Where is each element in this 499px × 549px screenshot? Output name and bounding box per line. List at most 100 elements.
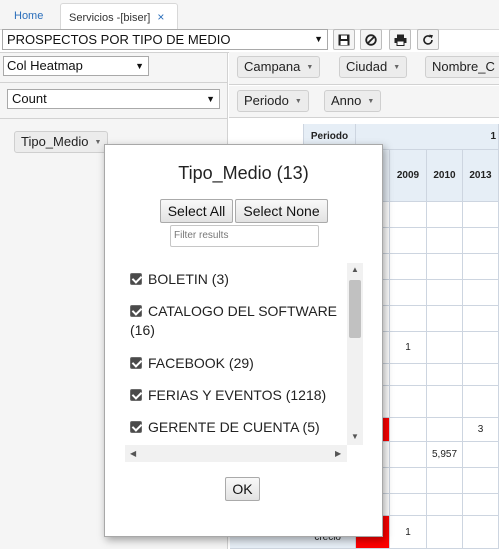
- tab-home-label: Home: [14, 10, 44, 22]
- pivot-cell: [390, 468, 427, 494]
- list-item-label: BOLETIN (3): [148, 271, 229, 287]
- pivot-cell: [390, 386, 427, 418]
- attribute-label: Nombre_C: [432, 59, 495, 74]
- select-all-button[interactable]: Select All: [160, 199, 233, 223]
- attribute-chip-nombre-c[interactable]: Nombre_C: [425, 56, 499, 78]
- tab-bar: Home Servicios -[biser] ×: [0, 0, 499, 30]
- save-icon: [338, 34, 350, 45]
- attribute-chip-ciudad[interactable]: Ciudad ▼: [339, 56, 408, 78]
- checkbox-checked-icon[interactable]: [130, 273, 142, 285]
- list-item[interactable]: CATALOGO DEL SOFTWARE (16): [130, 302, 344, 340]
- caret-down-icon[interactable]: ▼: [393, 64, 400, 71]
- pivot-cell: [427, 228, 463, 254]
- caret-down-icon[interactable]: ▼: [306, 64, 313, 71]
- pivot-cell: [427, 516, 463, 549]
- attribute-chip-periodo[interactable]: Periodo ▼: [237, 90, 309, 112]
- caret-down-icon[interactable]: ▼: [94, 139, 101, 146]
- caret-down-icon: ▼: [206, 94, 215, 104]
- pivot-cell: [463, 306, 499, 332]
- column-attributes-area: Campana ▼ Ciudad ▼ Nombre_C: [229, 52, 499, 85]
- aggregator-select-value: Count: [12, 91, 47, 106]
- list-item[interactable]: FERIAS Y EVENTOS (1218): [130, 386, 344, 405]
- refresh-button[interactable]: [417, 29, 439, 50]
- pivot-cell: [463, 516, 499, 549]
- pivot-cell: [427, 494, 463, 516]
- scrollbar-thumb[interactable]: [349, 280, 361, 338]
- attribute-label: Periodo: [244, 93, 289, 108]
- attribute-chip-campana[interactable]: Campana ▼: [237, 56, 321, 78]
- pivot-cell: [463, 254, 499, 280]
- pivot-year-header: 2013: [463, 150, 499, 202]
- pivot-cell: [463, 468, 499, 494]
- row-attributes-area: Periodo ▼ Anno ▼: [229, 86, 499, 118]
- print-button[interactable]: [389, 29, 411, 50]
- horizontal-scrollbar[interactable]: [125, 445, 347, 462]
- scroll-left-icon[interactable]: ◀: [130, 449, 136, 458]
- list-item[interactable]: GERENTE DE CUENTA (5): [130, 418, 344, 437]
- checkbox-checked-icon[interactable]: [130, 421, 142, 433]
- attribute-chip-anno[interactable]: Anno ▼: [324, 90, 382, 112]
- pivot-cell: [463, 228, 499, 254]
- caret-down-icon[interactable]: ▼: [295, 98, 302, 105]
- scroll-right-icon[interactable]: ▶: [335, 449, 341, 458]
- pivot-cell: [427, 280, 463, 306]
- checkbox-checked-icon[interactable]: [130, 305, 142, 317]
- pivot-cell: 3: [463, 418, 499, 442]
- attribute-label: Ciudad: [346, 59, 388, 74]
- select-none-button[interactable]: Select None: [235, 199, 328, 223]
- close-icon[interactable]: ×: [157, 10, 164, 24]
- pivot-cell: [390, 418, 427, 442]
- pivot-cell: [427, 332, 463, 364]
- tab-servicios[interactable]: Servicios -[biser] ×: [60, 3, 178, 30]
- filter-dialog: Tipo_Medio (13) Select All Select None F…: [104, 144, 383, 537]
- pivot-cell: [390, 228, 427, 254]
- pivot-cell: [390, 364, 427, 386]
- dialog-title: Tipo_Medio (13): [178, 163, 309, 183]
- pivot-cell: [390, 494, 427, 516]
- attribute-label: Tipo_Medio: [21, 134, 89, 149]
- attribute-label: Campana: [244, 59, 301, 74]
- pivot-cell: [427, 418, 463, 442]
- renderer-select-value: Col Heatmap: [7, 58, 83, 73]
- checkbox-checked-icon[interactable]: [130, 357, 142, 369]
- ok-button[interactable]: OK: [225, 477, 260, 501]
- list-item[interactable]: FACEBOOK (29): [130, 354, 344, 373]
- divider: [0, 82, 228, 83]
- scroll-up-icon[interactable]: ▲: [351, 265, 359, 274]
- pivot-year-header: 2010: [427, 150, 463, 202]
- attribute-chip-tipo-medio[interactable]: Tipo_Medio ▼: [14, 131, 109, 153]
- pivot-cell: [463, 386, 499, 418]
- caret-down-icon: ▼: [314, 34, 323, 44]
- pivot-cell: [390, 254, 427, 280]
- filter-results-input[interactable]: Filter results: [170, 225, 319, 247]
- pivot-cell: [427, 254, 463, 280]
- pivot-cell: [390, 442, 427, 468]
- aggregator-select[interactable]: Count ▼: [7, 89, 220, 109]
- tab-servicios-label: Servicios -[biser]: [69, 12, 151, 24]
- report-select[interactable]: PROSPECTOS POR TIPO DE MEDIO ▼: [2, 29, 328, 50]
- renderer-select[interactable]: Col Heatmap ▼: [3, 56, 149, 76]
- pivot-year-header: 2009: [390, 150, 427, 202]
- pivot-cell: 5,957: [427, 442, 463, 468]
- caret-down-icon[interactable]: ▼: [367, 98, 374, 105]
- checkbox-checked-icon[interactable]: [130, 389, 142, 401]
- cancel-icon: [365, 33, 377, 46]
- pivot-cell: [463, 364, 499, 386]
- pivot-cell: [390, 202, 427, 228]
- report-select-value: PROSPECTOS POR TIPO DE MEDIO: [7, 32, 231, 47]
- list-item-label: FACEBOOK (29): [148, 355, 254, 371]
- pivot-cell: [427, 468, 463, 494]
- pivot-cell: [427, 386, 463, 418]
- tab-home[interactable]: Home: [6, 3, 51, 30]
- pivot-cell: [463, 332, 499, 364]
- list-item-label: FERIAS Y EVENTOS (1218): [148, 387, 327, 403]
- save-button[interactable]: [333, 29, 355, 50]
- pivot-cell: 1: [390, 516, 427, 549]
- pivot-cell: [463, 494, 499, 516]
- pivot-cell: [463, 280, 499, 306]
- scroll-down-icon[interactable]: ▼: [351, 432, 359, 441]
- pivot-cell: [463, 442, 499, 468]
- pivot-cell: [390, 306, 427, 332]
- cancel-button[interactable]: [360, 29, 382, 50]
- list-item[interactable]: BOLETIN (3): [130, 270, 344, 289]
